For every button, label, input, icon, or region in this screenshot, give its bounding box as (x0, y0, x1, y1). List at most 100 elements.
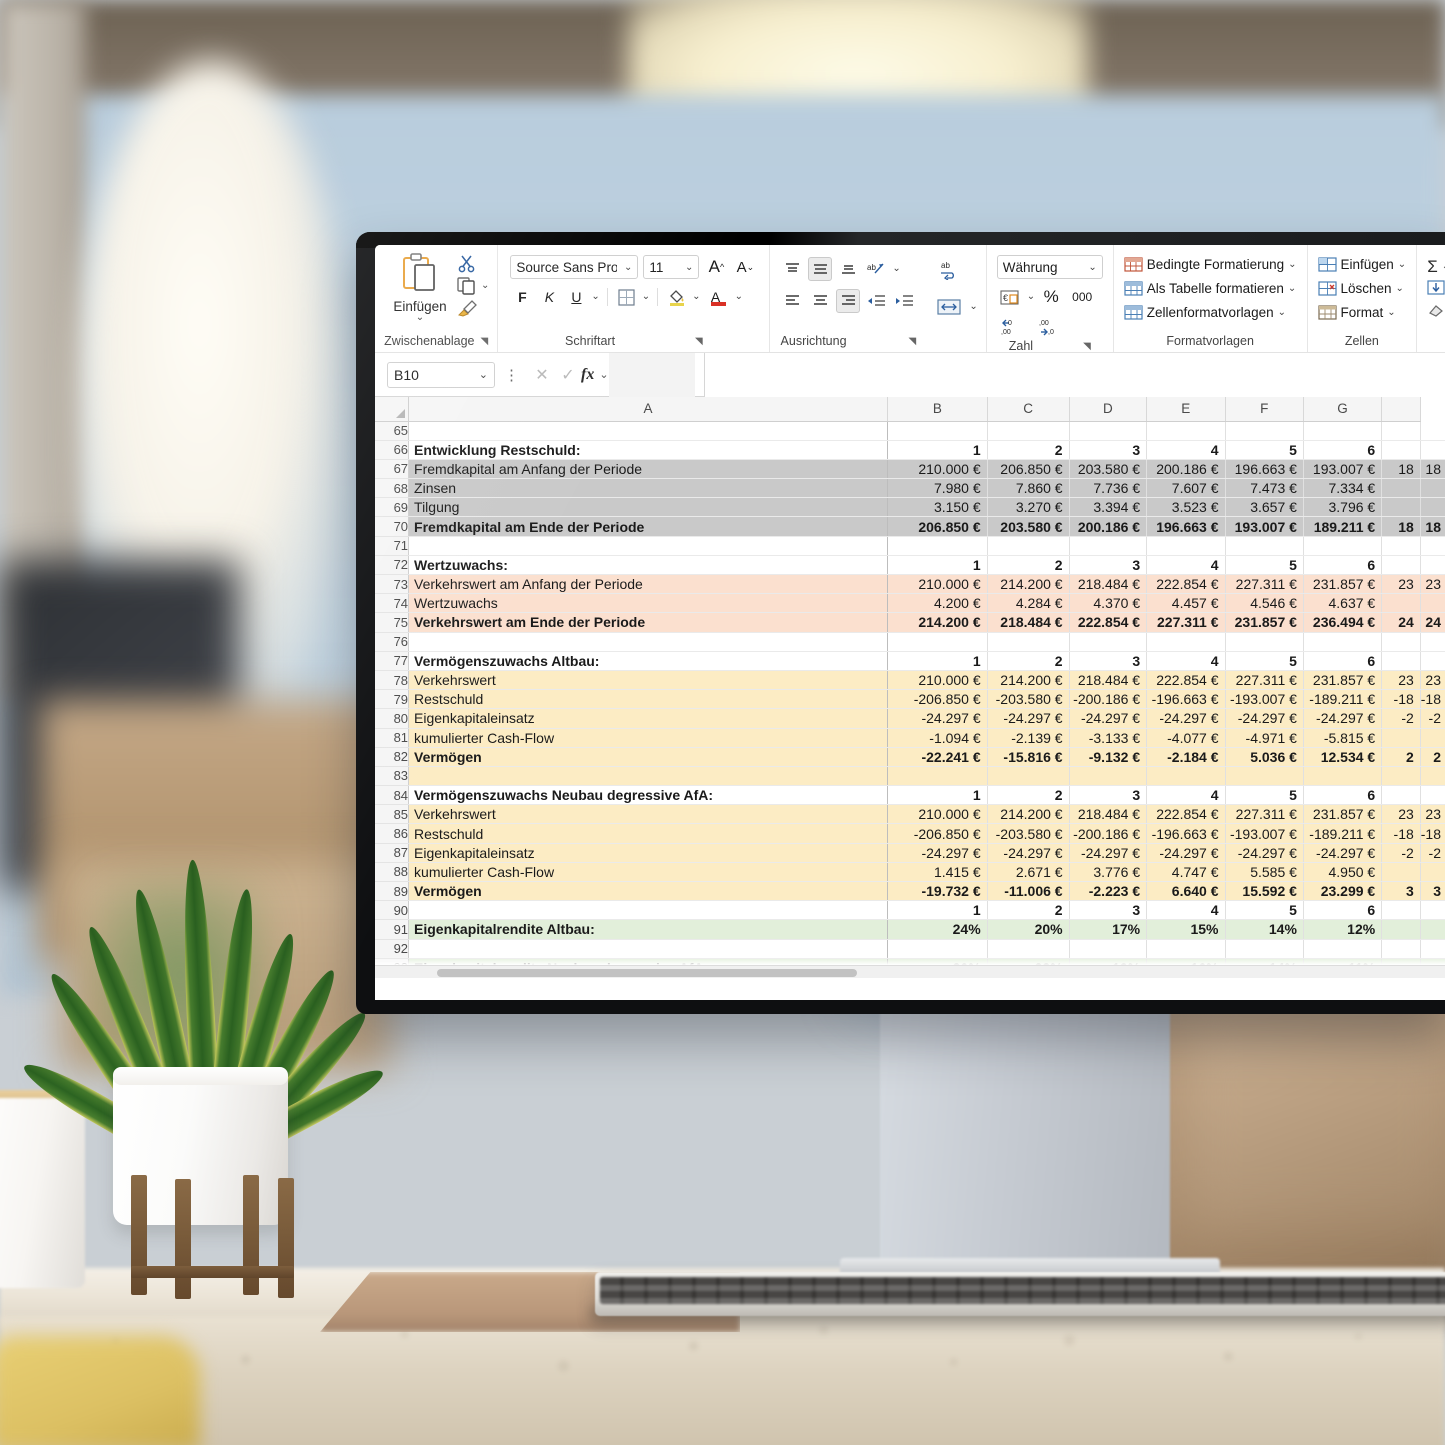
cell-E80[interactable]: -24.297 € (1225, 708, 1304, 729)
cell-A65[interactable] (887, 421, 988, 441)
cell-E79[interactable]: -193.007 € (1225, 689, 1304, 710)
cell-C73[interactable]: 218.484 € (1069, 574, 1148, 595)
merge-chevron-icon[interactable]: ⌄ (969, 302, 977, 312)
cell-E87[interactable]: -24.297 € (1225, 843, 1304, 863)
chevron-down-icon[interactable]: ⌄ (678, 262, 693, 273)
column-header-d[interactable]: D (1069, 397, 1148, 422)
row-header-66[interactable]: 66 (375, 440, 410, 460)
cell-H73[interactable]: 23 (1420, 574, 1445, 595)
cell-G67[interactable]: 18 (1381, 459, 1421, 480)
align-bottom-button[interactable] (836, 257, 860, 281)
cell-G91[interactable] (1381, 919, 1421, 940)
cell-A92[interactable] (408, 939, 889, 959)
cell-C69[interactable]: 3.394 € (1069, 497, 1148, 518)
cell-F83[interactable] (1303, 766, 1383, 787)
cell-E92[interactable] (1225, 939, 1304, 959)
row-header-69[interactable]: 69 (375, 497, 410, 518)
cell-A67[interactable]: Fremdkapital am Anfang der Periode (408, 459, 889, 480)
delete-cells-button[interactable]: Löschen ⌄ (1317, 280, 1404, 297)
chevron-down-icon[interactable]: ⌄ (1081, 262, 1096, 273)
cell-A87[interactable]: -24.297 € (887, 843, 988, 863)
cell-D88[interactable]: 4.747 € (1146, 862, 1226, 883)
cell-A74[interactable]: Wertzuwachs (408, 593, 889, 614)
cell-H70[interactable]: 18 (1420, 516, 1445, 537)
cell-H85[interactable]: 23 (1420, 804, 1445, 825)
cell-G66[interactable] (1381, 440, 1421, 460)
cell-A71[interactable] (887, 536, 988, 556)
chevron-down-icon[interactable]: ⌄ (617, 262, 632, 273)
cell-E91[interactable]: 14% (1225, 919, 1304, 940)
cell-F89[interactable]: 23.299 € (1303, 881, 1383, 902)
clear-button[interactable]: ⌄ (1427, 302, 1445, 318)
increase-font-size-button[interactable]: A ^ (704, 255, 728, 279)
cell-A79[interactable]: -206.850 € (887, 689, 988, 710)
cell-B78[interactable]: 214.200 € (987, 670, 1070, 691)
fill-color-button[interactable] (665, 285, 689, 309)
cell-E81[interactable]: -4.971 € (1225, 728, 1304, 748)
cell-D71[interactable] (1146, 536, 1226, 556)
cell-H71[interactable] (1420, 536, 1445, 556)
cell-C68[interactable]: 7.736 € (1069, 478, 1148, 499)
cell-A72[interactable]: 1 (887, 555, 988, 576)
cell-F65[interactable] (1303, 421, 1383, 441)
font-size-combo[interactable]: 11 ⌄ (643, 255, 700, 279)
cell-D74[interactable]: 4.457 € (1146, 593, 1226, 614)
row-header-70[interactable]: 70 (375, 516, 410, 537)
cell-G86[interactable]: -18 (1381, 823, 1421, 844)
column-header-h[interactable] (1381, 397, 1421, 422)
borders-button[interactable] (615, 285, 639, 309)
cell-styles-button[interactable]: Zellenformatvorlagen ⌄ (1124, 304, 1286, 321)
decrease-font-size-button[interactable]: A ⌄ (733, 255, 757, 279)
cell-A73[interactable]: 210.000 € (887, 574, 988, 595)
cell-G65[interactable] (1381, 421, 1421, 441)
row-header-85[interactable]: 85 (375, 804, 410, 825)
cell-G87[interactable]: -2 (1381, 843, 1421, 863)
cell-A81[interactable]: -1.094 € (887, 728, 988, 748)
cell-D67[interactable]: 200.186 € (1146, 459, 1226, 480)
cell-D79[interactable]: -196.663 € (1146, 689, 1226, 710)
cell-G82[interactable]: 2 (1381, 747, 1421, 767)
cell-F67[interactable]: 193.007 € (1303, 459, 1383, 480)
cell-C80[interactable]: -24.297 € (1069, 708, 1148, 729)
cell-A76[interactable] (408, 632, 889, 652)
cell-F81[interactable]: -5.815 € (1303, 728, 1383, 748)
cell-E85[interactable]: 227.311 € (1225, 804, 1304, 825)
cell-A92[interactable] (887, 939, 988, 959)
cell-A91[interactable]: 24% (887, 919, 988, 940)
cell-E78[interactable]: 227.311 € (1225, 670, 1304, 691)
cell-H89[interactable]: 3 (1420, 881, 1445, 902)
formula-input[interactable] (703, 352, 1445, 397)
row-header-86[interactable]: 86 (375, 823, 410, 844)
cell-H68[interactable] (1420, 478, 1445, 499)
cell-A65[interactable] (408, 421, 889, 441)
cell-C78[interactable]: 218.484 € (1069, 670, 1148, 691)
cell-F78[interactable]: 231.857 € (1303, 670, 1383, 691)
cell-C66[interactable]: 3 (1069, 440, 1148, 460)
cell-A85[interactable]: 210.000 € (887, 804, 988, 825)
cell-F68[interactable]: 7.334 € (1303, 478, 1383, 499)
cell-H92[interactable] (1420, 939, 1445, 959)
cell-D66[interactable]: 4 (1146, 440, 1226, 460)
column-header-g[interactable]: G (1303, 397, 1383, 422)
cell-F82[interactable]: 12.534 € (1303, 747, 1383, 767)
cell-F79[interactable]: -189.211 € (1303, 689, 1383, 710)
font-color-chevron-icon[interactable]: ⌄ (735, 292, 743, 302)
cell-H90[interactable] (1420, 900, 1445, 921)
cell-A81[interactable]: kumulierter Cash-Flow (408, 728, 889, 748)
cell-F70[interactable]: 189.211 € (1303, 516, 1383, 537)
orientation-chevron-icon[interactable]: ⌄ (892, 264, 900, 274)
cell-B72[interactable]: 2 (987, 555, 1070, 576)
cell-F80[interactable]: -24.297 € (1303, 708, 1383, 729)
cell-C90[interactable]: 3 (1069, 900, 1148, 921)
cell-B68[interactable]: 7.860 € (987, 478, 1070, 499)
format-cells-button[interactable]: Format ⌄ (1317, 304, 1396, 321)
cell-E74[interactable]: 4.546 € (1225, 593, 1304, 614)
cell-G73[interactable]: 23 (1381, 574, 1421, 595)
comma-style-button[interactable]: 000 (1067, 285, 1097, 309)
cell-B65[interactable] (987, 421, 1070, 441)
cell-H67[interactable]: 18 (1420, 459, 1445, 480)
cell-F75[interactable]: 236.494 € (1303, 612, 1383, 633)
cell-B76[interactable] (987, 632, 1070, 652)
cell-A67[interactable]: 210.000 € (887, 459, 988, 480)
cell-D81[interactable]: -4.077 € (1146, 728, 1226, 748)
